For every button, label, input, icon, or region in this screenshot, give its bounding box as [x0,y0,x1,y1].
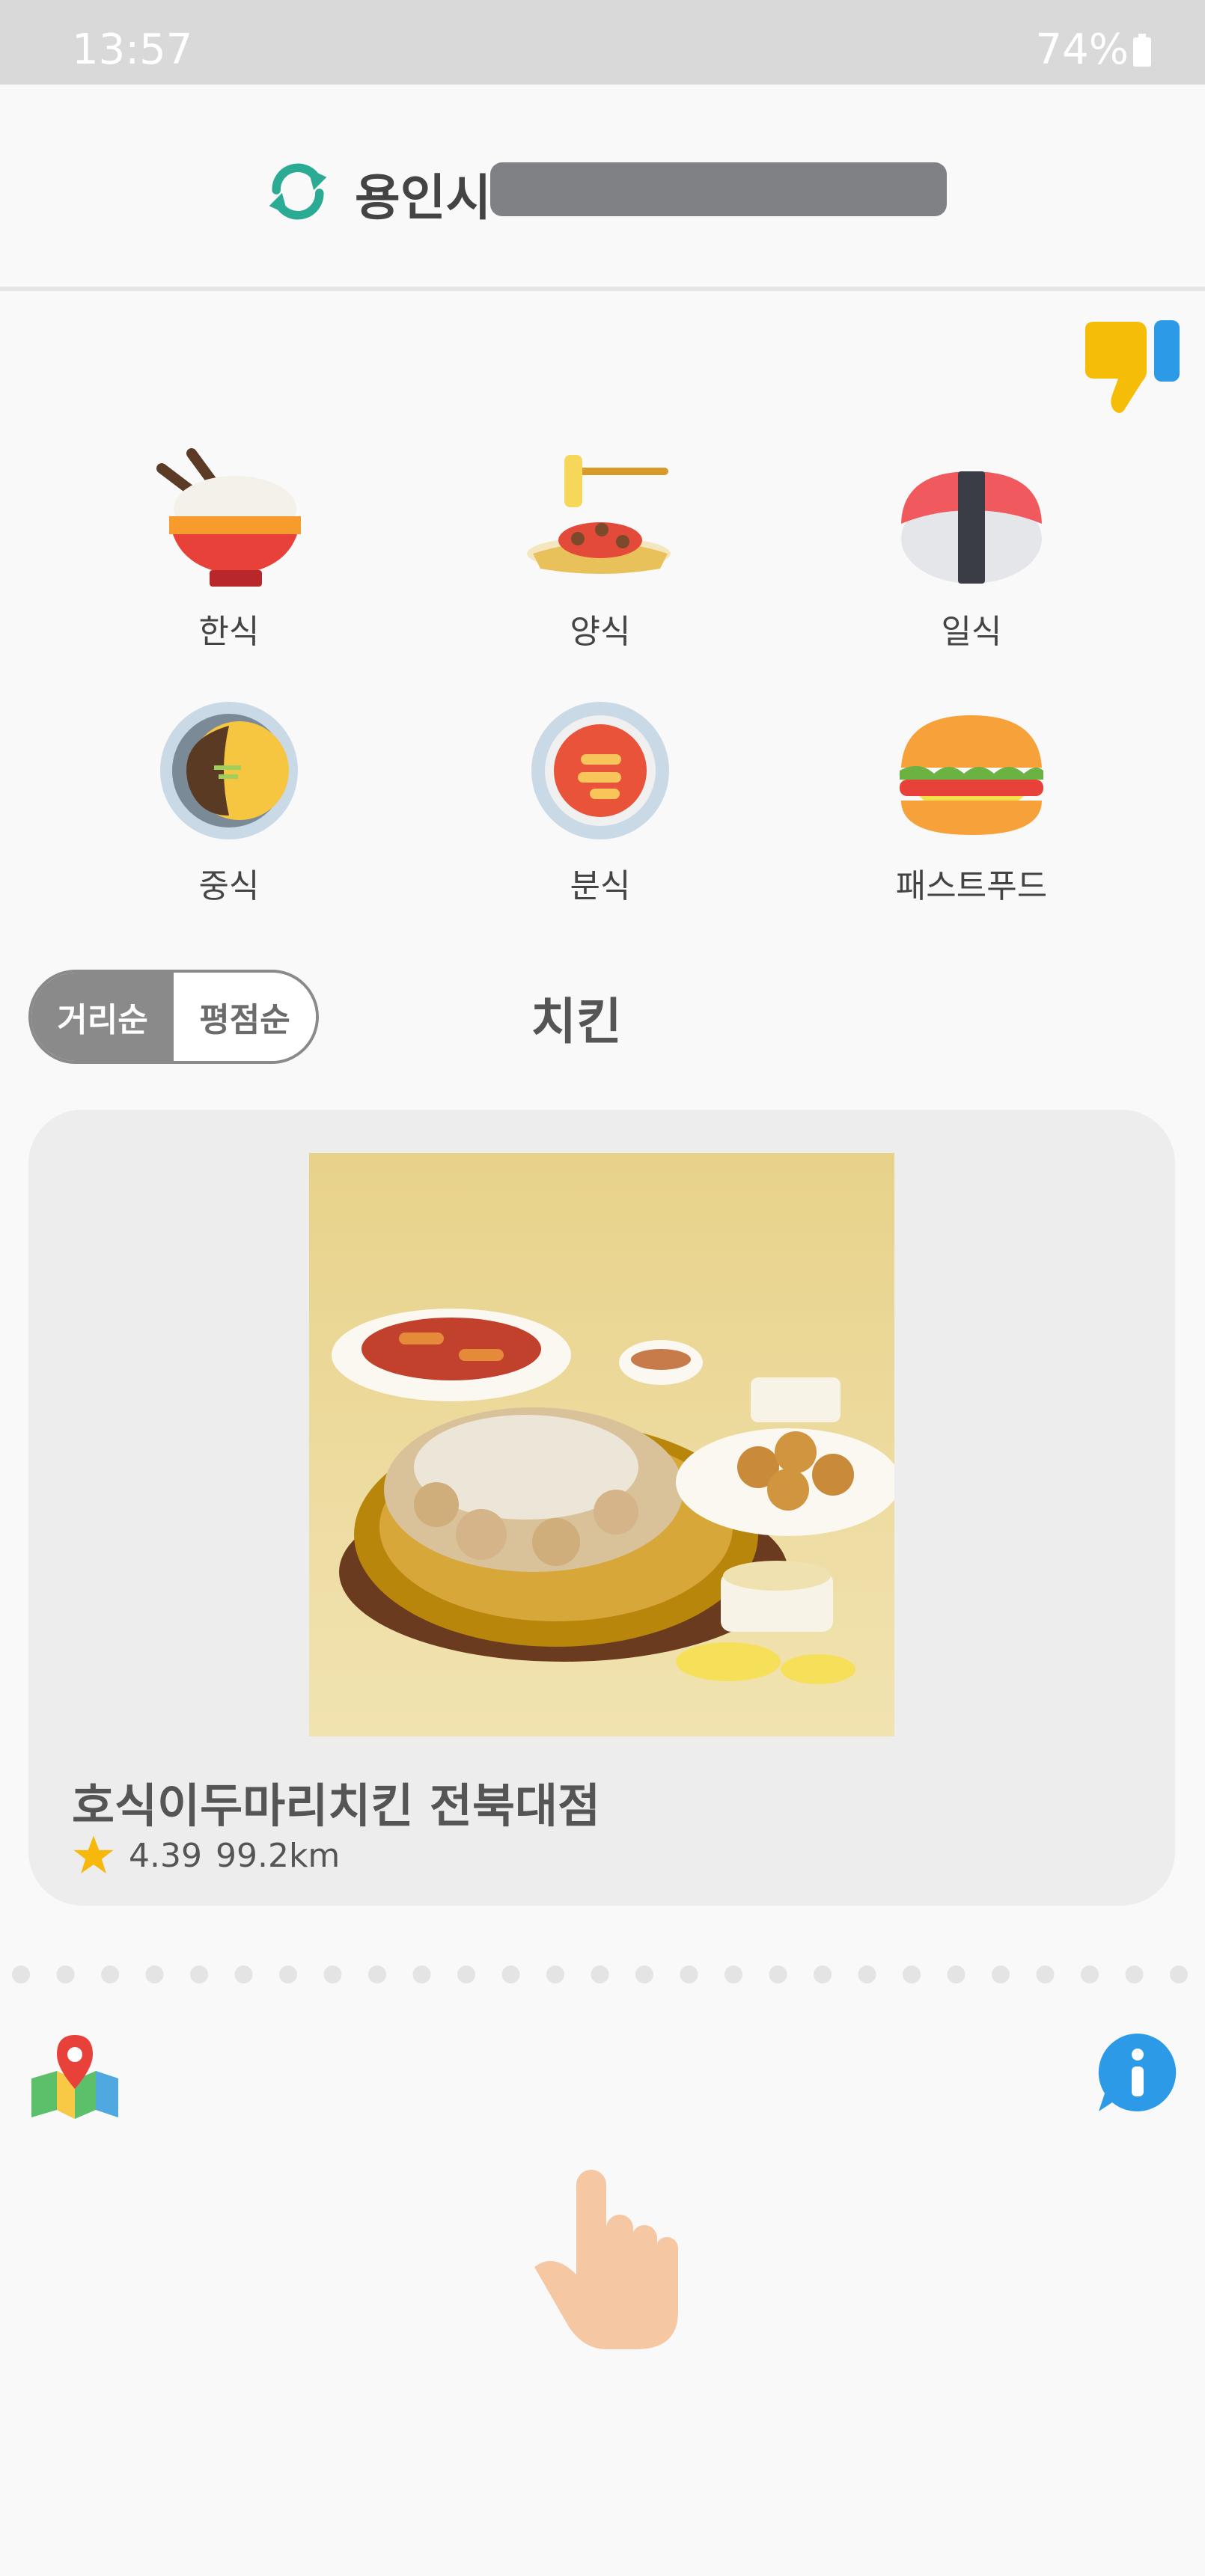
divider-dot [412,1965,431,1983]
category-japanese[interactable]: 일식 [852,441,1091,652]
divider-dot [56,1965,75,1983]
restaurant-rating: 4.39 [129,1836,202,1875]
location-header: 용인시 [0,85,1205,291]
info-icon[interactable] [1094,2029,1181,2116]
status-bar: 13:57 74% [0,0,1205,85]
jajangmyeon-icon [160,702,298,839]
sushi-icon [901,471,1042,584]
burger-icon [900,715,1043,835]
tteokbokki-icon [531,702,669,839]
category-korean[interactable]: 한식 [109,441,349,652]
battery-icon [1133,33,1151,67]
divider-dot [1081,1965,1099,1983]
category-label: 중식 [198,867,260,905]
divider-dot [457,1965,475,1983]
restaurant-photo [309,1153,894,1737]
category-label: 양식 [570,613,631,651]
category-western[interactable]: 양식 [481,441,720,652]
divider-dot [947,1965,965,1983]
category-label: 분식 [570,867,631,905]
divider-dot [1036,1965,1055,1983]
rice-bowl-icon [156,448,301,587]
divider-dot [769,1965,787,1983]
divider-dot [190,1965,208,1983]
category-title: 치킨 [531,993,622,1050]
divider-dot [903,1965,921,1983]
thumbs-down-icon[interactable] [1078,314,1183,419]
divider-dot [368,1965,386,1983]
divider-dot [992,1965,1010,1983]
divider-dot [591,1965,609,1983]
map-location-icon[interactable] [27,2029,123,2125]
status-time: 13:57 [72,25,193,74]
current-city: 용인시 [355,169,492,227]
swipe-hint-hand-icon [534,2170,678,2349]
divider-dot [724,1965,742,1983]
divider-dot [635,1965,653,1983]
divider-dot [12,1965,30,1983]
divider-dot [1125,1965,1144,1983]
divider-dot [323,1965,342,1983]
restaurant-meta: 4.39 99.2km [72,1834,340,1877]
address-redacted [490,162,947,216]
restaurant-distance: 99.2km [215,1836,341,1875]
divider-dot [279,1965,297,1983]
dotted-divider [12,1965,1188,1983]
refresh-location-icon[interactable] [262,156,334,227]
restaurant-card[interactable]: 호식이두마리치킨 전북대점 4.39 99.2km [28,1110,1175,1906]
divider-dot [501,1965,520,1983]
divider-dot [234,1965,253,1983]
category-chinese[interactable]: 중식 [109,696,349,907]
category-fastfood[interactable]: 패스트푸드 [852,696,1091,907]
divider-dot [145,1965,164,1983]
category-label: 일식 [941,613,1002,651]
category-label: 패스트푸드 [895,867,1048,905]
divider-dot [858,1965,876,1983]
star-icon [73,1835,114,1874]
pasta-icon [527,455,671,574]
category-label: 한식 [198,613,260,651]
divider-dot [814,1965,832,1983]
divider-dot [101,1965,119,1983]
divider-dot [546,1965,564,1983]
divider-dot [680,1965,698,1983]
restaurant-name: 호식이두마리치킨 전북대점 [72,1778,601,1833]
category-snack[interactable]: 분식 [481,696,720,907]
status-battery: 74% [1036,25,1151,74]
battery-level: 74% [1035,25,1129,74]
divider-dot [1170,1965,1188,1983]
